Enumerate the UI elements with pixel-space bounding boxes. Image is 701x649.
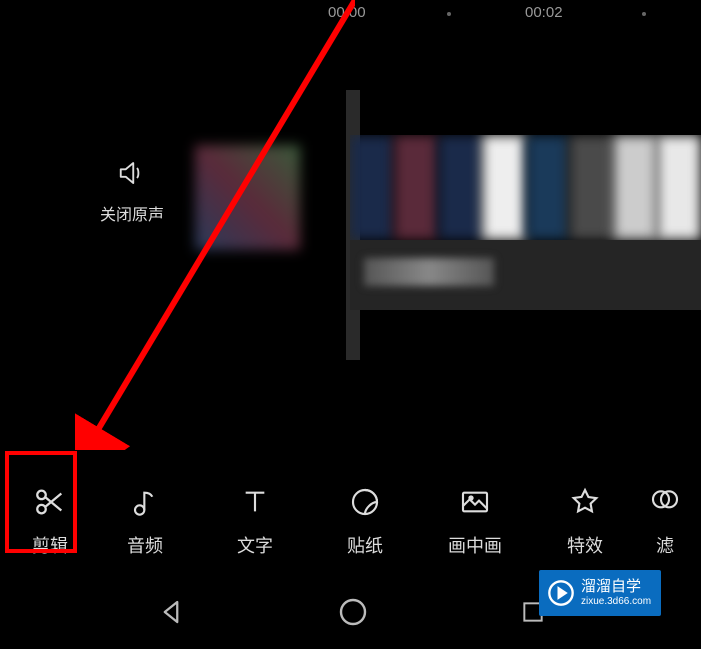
- tool-label: 音频: [127, 532, 163, 558]
- filter-icon: [649, 484, 681, 520]
- tool-effects[interactable]: 特效: [530, 484, 640, 558]
- play-icon: [547, 579, 575, 607]
- secondary-track[interactable]: [350, 240, 701, 310]
- mute-original-audio-button[interactable]: 关闭原声: [100, 155, 164, 225]
- timeline-area: 00:00 00:02 关闭原声: [0, 0, 701, 445]
- tool-label: 滤: [656, 532, 674, 558]
- clip-thumbnail[interactable]: [195, 145, 300, 250]
- video-track[interactable]: [350, 135, 701, 240]
- picture-in-picture-icon: [459, 484, 491, 520]
- tool-label: 贴纸: [347, 532, 383, 558]
- tool-sticker[interactable]: 贴纸: [310, 484, 420, 558]
- watermark-sub: zixue.3d66.com: [581, 596, 651, 608]
- tool-edit[interactable]: 剪辑: [10, 484, 90, 558]
- text-icon: [239, 484, 271, 520]
- sticker-icon: [349, 484, 381, 520]
- mute-label: 关闭原声: [100, 201, 164, 225]
- time-tick: [642, 12, 646, 16]
- android-home-button[interactable]: [337, 596, 369, 628]
- time-marker: 00:00: [328, 4, 366, 21]
- speaker-icon: [115, 155, 149, 191]
- time-marker: 00:02: [525, 4, 563, 21]
- tool-label: 剪辑: [32, 532, 68, 558]
- watermark: 溜溜自学 zixue.3d66.com: [539, 570, 661, 616]
- scissors-icon: [33, 484, 67, 520]
- tool-label: 画中画: [448, 532, 502, 558]
- time-tick: [447, 12, 451, 16]
- watermark-title: 溜溜自学: [581, 578, 651, 596]
- star-icon: [569, 484, 601, 520]
- bottom-toolbar: 剪辑 音频 文字 贴纸 画中画: [0, 468, 701, 574]
- time-ruler: 00:00 00:02: [0, 0, 701, 24]
- tool-text[interactable]: 文字: [200, 484, 310, 558]
- tool-label: 文字: [237, 532, 273, 558]
- music-note-icon: [129, 484, 161, 520]
- tool-filter[interactable]: 滤: [640, 484, 690, 558]
- android-back-button[interactable]: [156, 597, 186, 627]
- tool-audio[interactable]: 音频: [90, 484, 200, 558]
- tool-pip[interactable]: 画中画: [420, 484, 530, 558]
- tool-label: 特效: [567, 532, 603, 558]
